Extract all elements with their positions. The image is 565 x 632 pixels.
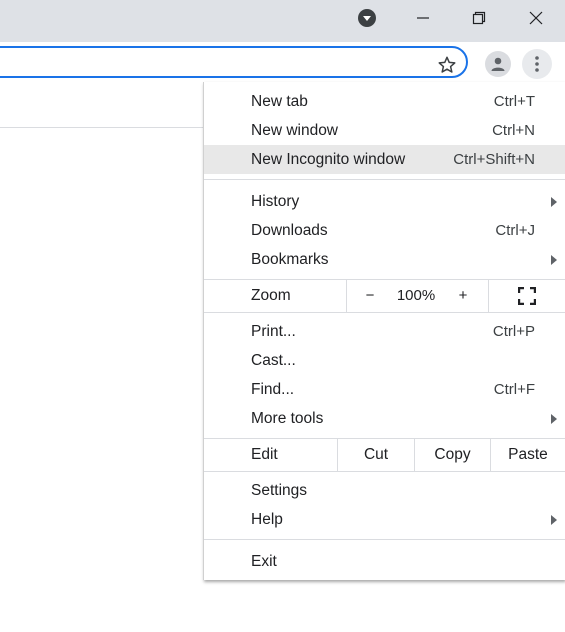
menu-item-new-tab[interactable]: New tab Ctrl+T [204, 87, 565, 116]
close-icon [529, 11, 543, 25]
menu-item-bookmarks[interactable]: Bookmarks [204, 245, 565, 274]
minimize-button[interactable] [406, 0, 440, 36]
zoom-label: Zoom [251, 287, 291, 304]
submenu-arrow-icon [551, 515, 557, 525]
submenu-arrow-icon [551, 414, 557, 424]
edit-row: Edit Cut Copy Paste [204, 439, 565, 471]
menu-item-label: History [251, 193, 300, 210]
menu-item-label: Help [251, 511, 283, 528]
zoom-divider [346, 280, 347, 312]
menu-item-label: Exit [251, 553, 277, 570]
zoom-in-button[interactable]: + [447, 280, 479, 312]
menu-separator [204, 471, 565, 472]
menu-item-shortcut: Ctrl+Shift+N [453, 151, 535, 168]
menu-item-history[interactable]: History [204, 187, 565, 216]
menu-item-label: Settings [251, 482, 308, 499]
copy-button[interactable]: Copy [415, 439, 490, 471]
bookmark-star-button[interactable] [434, 52, 460, 78]
menu-item-shortcut: Ctrl+P [492, 323, 535, 340]
zoom-row: Zoom − 100% + [204, 280, 565, 312]
star-icon [438, 56, 456, 73]
chrome-menu: New tab Ctrl+T New window Ctrl+N New Inc… [203, 82, 565, 580]
menu-item-settings[interactable]: Settings [204, 476, 565, 505]
menu-item-shortcut: Ctrl+F [493, 381, 535, 398]
menu-item-more-tools[interactable]: More tools [204, 404, 565, 433]
profile-button[interactable] [483, 49, 513, 79]
title-bar [0, 0, 565, 42]
paste-button[interactable]: Paste [491, 439, 565, 471]
menu-item-help[interactable]: Help [204, 505, 565, 534]
menu-item-label: Find... [251, 381, 295, 398]
menu-item-shortcut: Ctrl+N [492, 122, 535, 139]
address-bar[interactable] [0, 46, 468, 78]
menu-item-label: More tools [251, 410, 324, 427]
toolbar [0, 42, 565, 84]
menu-item-shortcut: Ctrl+J [495, 222, 535, 239]
menu-item-label: Downloads [251, 222, 328, 239]
menu-item-shortcut: Ctrl+T [493, 93, 535, 110]
edit-label: Edit [251, 446, 278, 463]
menu-separator [204, 179, 565, 180]
menu-item-label: New Incognito window [251, 151, 406, 168]
menu-item-downloads[interactable]: Downloads Ctrl+J [204, 216, 565, 245]
avatar [485, 51, 511, 77]
menu-item-find[interactable]: Find... Ctrl+F [204, 375, 565, 404]
menu-item-label: Cast... [251, 352, 296, 369]
menu-item-label: Bookmarks [251, 251, 329, 268]
zoom-level: 100% [396, 287, 436, 304]
menu-item-cast[interactable]: Cast... [204, 346, 565, 375]
bookmarks-bar-divider [0, 127, 205, 128]
menu-item-new-incognito-window[interactable]: New Incognito window Ctrl+Shift+N [204, 145, 565, 174]
cut-button[interactable]: Cut [338, 439, 414, 471]
menu-separator [204, 539, 565, 540]
menu-separator [204, 312, 565, 313]
tab-search-icon [358, 9, 376, 27]
menu-item-label: New window [251, 122, 339, 139]
minimize-icon [417, 17, 429, 19]
profile-icon [491, 57, 505, 71]
menu-icon [535, 56, 539, 72]
menu-item-print[interactable]: Print... Ctrl+P [204, 317, 565, 346]
customize-menu-button[interactable] [522, 49, 552, 79]
tab-search-button[interactable] [354, 0, 380, 36]
submenu-arrow-icon [551, 255, 557, 265]
close-button[interactable] [519, 0, 553, 36]
restore-button[interactable] [462, 0, 496, 36]
menu-item-label: Print... [251, 323, 296, 340]
fullscreen-button[interactable] [489, 280, 565, 312]
zoom-out-button[interactable]: − [354, 280, 386, 312]
menu-item-new-window[interactable]: New window Ctrl+N [204, 116, 565, 145]
menu-item-label: New tab [251, 93, 308, 110]
menu-item-exit[interactable]: Exit [204, 547, 565, 576]
fullscreen-icon [517, 286, 537, 306]
submenu-arrow-icon [551, 197, 557, 207]
restore-icon [472, 11, 486, 25]
